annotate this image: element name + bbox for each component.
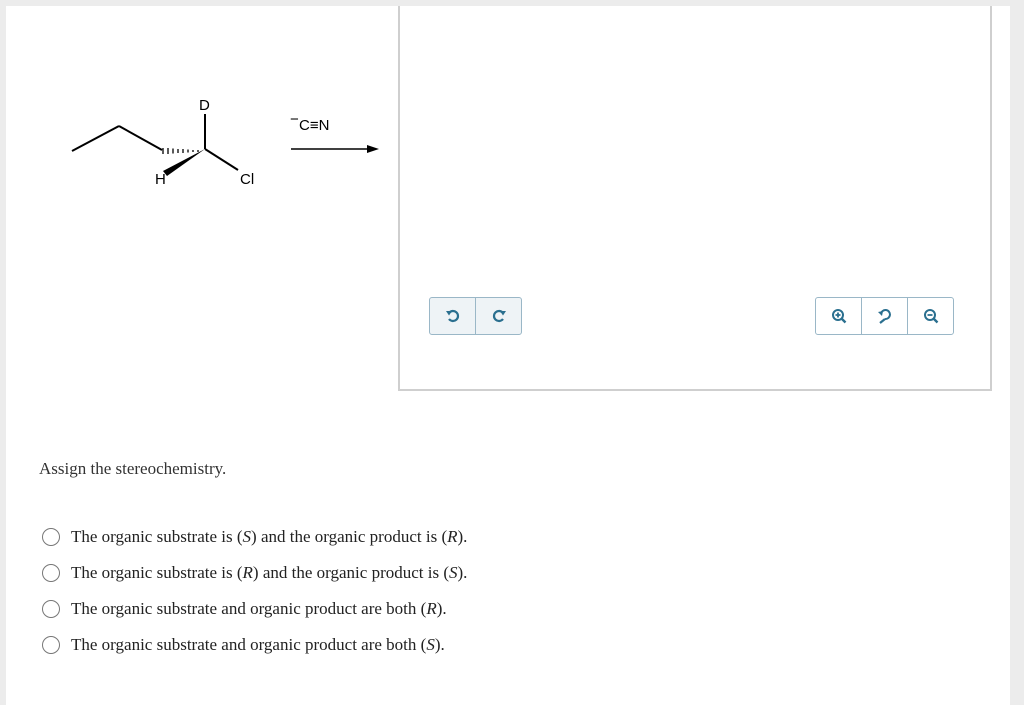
radio-button[interactable] <box>42 600 60 618</box>
answer-option-1[interactable]: The organic substrate is (S) and the org… <box>42 519 467 555</box>
atom-d-label: D <box>199 97 210 114</box>
reagent-charge: − <box>290 111 299 128</box>
question-prompt: Assign the stereochemistry. <box>39 459 227 478</box>
history-controls <box>429 297 522 335</box>
zoom-out-icon <box>923 309 938 324</box>
bond-c-cl <box>204 148 239 171</box>
bond-ethyl-1 <box>71 125 120 152</box>
reaction-scheme: D H Cl − C≡N <box>71 97 379 188</box>
answer-option-2[interactable]: The organic substrate is (R) and the org… <box>42 555 467 591</box>
answer-option-3[interactable]: The organic substrate and organic produc… <box>42 591 467 627</box>
answer-text: The organic substrate is (R) and the org… <box>71 563 468 582</box>
zoom-reset-icon <box>877 309 891 324</box>
wedge-bond <box>163 149 205 176</box>
hashed-bond <box>162 148 199 154</box>
answer-options: The organic substrate is (S) and the org… <box>42 519 467 663</box>
zoom-out-button[interactable] <box>908 298 953 334</box>
redo-button[interactable] <box>476 298 521 334</box>
answer-text: The organic substrate and organic produc… <box>71 635 445 654</box>
zoom-controls <box>815 297 954 335</box>
answer-text: The organic substrate is (S) and the org… <box>71 527 468 546</box>
redo-icon <box>492 309 506 323</box>
reaction-arrow-head <box>367 145 379 153</box>
reagent-label: C≡N <box>299 117 329 134</box>
answer-text: The organic substrate and organic produc… <box>71 599 447 618</box>
atom-h-label: H <box>155 171 166 188</box>
zoom-in-button[interactable] <box>816 298 862 334</box>
answer-option-4[interactable]: The organic substrate and organic produc… <box>42 627 467 663</box>
zoom-reset-button[interactable] <box>862 298 908 334</box>
radio-button[interactable] <box>42 564 60 582</box>
bond-ethyl-2 <box>118 125 163 151</box>
question-card: D H Cl − C≡N Assign the stereochemistry.… <box>6 6 1010 705</box>
zoom-in-icon <box>831 309 846 324</box>
undo-button[interactable] <box>430 298 476 334</box>
undo-icon <box>445 309 459 323</box>
atom-cl-label: Cl <box>240 171 254 188</box>
radio-button[interactable] <box>42 636 60 654</box>
radio-button[interactable] <box>42 528 60 546</box>
